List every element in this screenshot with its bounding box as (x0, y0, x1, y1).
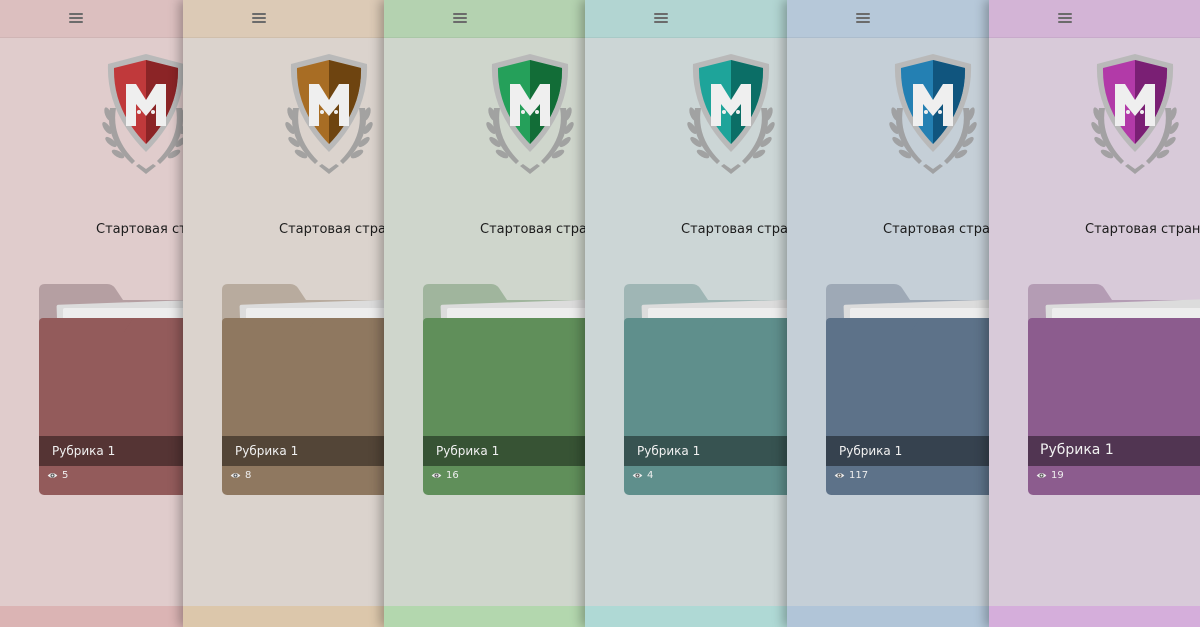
folder-front: Рубрика 1 16 (423, 318, 585, 495)
shield-logo-svg (486, 54, 574, 174)
folder-front: Рубрика 1 4 (624, 318, 787, 495)
category-folder-card[interactable]: Рубрика 1 4 (624, 284, 787, 496)
category-label: Рубрика 1 (436, 444, 500, 458)
category-label-band: Рубрика 1 (826, 436, 989, 466)
page-title: Стартовая страница (96, 222, 183, 237)
category-label-band: Рубрика 1 (1028, 436, 1200, 466)
folder-front: Рубрика 1 19 (1028, 318, 1200, 495)
theme-panel-blue: Стартовая страница Рубрика 1 117 (787, 0, 989, 627)
bottom-bar (585, 606, 787, 627)
page-title: Стартовая страница (681, 222, 787, 237)
category-label: Рубрика 1 (52, 444, 116, 458)
hamburger-menu-icon[interactable] (252, 12, 266, 24)
view-count-value: 8 (245, 470, 252, 481)
bottom-bar (787, 606, 989, 627)
top-bar (0, 0, 183, 38)
shield-logo-svg (687, 54, 775, 174)
view-count: 16 (431, 470, 459, 481)
page-title: Стартовая страница (883, 222, 989, 237)
category-label-band: Рубрика 1 (624, 436, 787, 466)
view-count-value: 4 (647, 470, 654, 481)
bottom-bar (183, 606, 384, 627)
view-count-value: 16 (446, 470, 459, 481)
bottom-bar (384, 606, 585, 627)
view-count-value: 5 (62, 470, 69, 481)
top-bar (787, 0, 989, 38)
theme-panel-green: Стартовая страница Рубрика 1 16 (384, 0, 585, 627)
view-count: 8 (230, 470, 251, 481)
category-folder-card[interactable]: Рубрика 1 16 (423, 284, 585, 496)
folder-tab (911, 318, 989, 332)
view-count-value: 19 (1051, 470, 1064, 481)
category-label-band: Рубрика 1 (39, 436, 183, 466)
hamburger-menu-icon[interactable] (1058, 12, 1072, 24)
top-bar (989, 0, 1200, 38)
hamburger-menu-icon[interactable] (856, 12, 870, 24)
category-label: Рубрика 1 (637, 444, 701, 458)
shield-crown-logo (681, 50, 781, 182)
shield-logo-svg (889, 54, 977, 174)
eye-icon (431, 473, 442, 478)
category-label: Рубрика 1 (1040, 442, 1114, 458)
hamburger-menu-icon[interactable] (654, 12, 668, 24)
eye-icon (230, 473, 241, 478)
folder-tab (307, 318, 384, 332)
category-folder-card[interactable]: Рубрика 1 5 (39, 284, 183, 496)
folder-front: Рубрика 1 5 (39, 318, 183, 495)
view-count: 19 (1036, 470, 1064, 481)
top-bar (183, 0, 384, 38)
theme-panel-red: Стартовая страница Рубрика 1 5 (0, 0, 183, 627)
folder-tab (124, 318, 183, 332)
theme-panel-brown: Стартовая страница Рубрика 1 8 (183, 0, 384, 627)
view-count: 117 (834, 470, 868, 481)
page-title: Стартовая страница (279, 222, 384, 237)
category-label: Рубрика 1 (235, 444, 299, 458)
page-title: Стартовая страница (1085, 222, 1200, 237)
top-bar (384, 0, 585, 38)
bottom-bar (989, 606, 1200, 627)
shield-crown-logo (96, 50, 183, 182)
folder-tab (508, 318, 585, 332)
view-count: 5 (47, 470, 68, 481)
category-folder-card[interactable]: Рубрика 1 117 (826, 284, 989, 496)
eye-icon (47, 473, 58, 478)
folder-front: Рубрика 1 117 (826, 318, 989, 495)
page-title: Стартовая страница (480, 222, 585, 237)
folder-tab (709, 318, 787, 332)
eye-icon (1036, 473, 1047, 478)
shield-crown-logo (279, 50, 379, 182)
category-label-band: Рубрика 1 (222, 436, 384, 466)
top-bar (585, 0, 787, 38)
view-count-value: 117 (849, 470, 869, 481)
shield-crown-logo (1085, 50, 1185, 182)
folder-tab (1113, 318, 1200, 332)
eye-icon (632, 473, 643, 478)
theme-panel-teal: Стартовая страница Рубрика 1 4 (585, 0, 787, 627)
category-label-band: Рубрика 1 (423, 436, 585, 466)
folder-front: Рубрика 1 8 (222, 318, 384, 495)
shield-crown-logo (480, 50, 580, 182)
eye-icon (834, 473, 845, 478)
hamburger-menu-icon[interactable] (69, 12, 83, 24)
category-folder-card[interactable]: Рубрика 1 19 (1028, 284, 1200, 496)
shield-logo-svg (285, 54, 373, 174)
shield-logo-svg (1091, 54, 1179, 174)
shield-crown-logo (883, 50, 983, 182)
theme-panel-purple: Стартовая страница Рубрика 1 19 (989, 0, 1200, 627)
bottom-bar (0, 606, 183, 627)
category-folder-card[interactable]: Рубрика 1 8 (222, 284, 384, 496)
view-count: 4 (632, 470, 653, 481)
hamburger-menu-icon[interactable] (453, 12, 467, 24)
shield-logo-svg (102, 54, 183, 174)
category-label: Рубрика 1 (839, 444, 903, 458)
